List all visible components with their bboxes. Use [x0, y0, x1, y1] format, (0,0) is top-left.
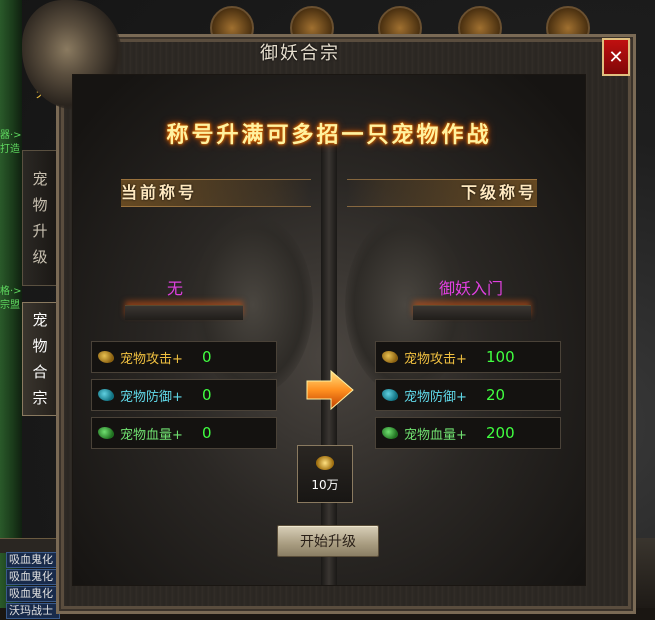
hp-icon [98, 427, 114, 439]
left-tag: 器·> [0, 130, 22, 141]
tab-char: 宗 [32, 389, 48, 407]
buff-item: 吸血鬼化 [6, 569, 60, 585]
cost-slot[interactable]: 10万 [297, 445, 353, 503]
close-icon: ✕ [608, 46, 624, 68]
next-title-header-label: 下级称号 [460, 183, 537, 202]
stat-value: 0 [202, 386, 212, 404]
tab-char: 宠 [32, 311, 48, 329]
hp-icon [382, 427, 398, 439]
door-seam [321, 145, 337, 585]
stat-row-hp: 宠物血量+ 0 [91, 417, 277, 449]
stat-row-attack: 宠物攻击+ 0 [91, 341, 277, 373]
stat-row-attack: 宠物攻击+ 100 [375, 341, 561, 373]
current-title-name: 无 [166, 279, 183, 298]
tab-char: 升 [32, 222, 48, 240]
stat-label: 宠物防御+ [404, 389, 467, 405]
stat-row-hp: 宠物血量+ 200 [375, 417, 561, 449]
gold-coin-icon [316, 456, 334, 470]
stat-value: 20 [486, 386, 506, 404]
tab-pet-upgrade[interactable]: 宠 物 升 级 [22, 150, 57, 286]
buff-item: 吸血鬼化 [6, 586, 60, 602]
stat-value: 200 [486, 424, 515, 442]
start-upgrade-button[interactable]: 开始升级 [277, 525, 379, 557]
tab-char: 级 [32, 248, 48, 266]
bottom-left-strip [0, 538, 56, 553]
left-tag: 宗盟 [0, 300, 20, 311]
stat-value: 100 [486, 348, 515, 366]
tab-char: 合 [32, 363, 48, 381]
current-stats: 宠物攻击+ 0 宠物防御+ 0 宠物血量+ 0 [91, 341, 277, 455]
tab-char: 物 [32, 337, 48, 355]
dialog-title: 御妖合宗 [260, 43, 340, 64]
current-title-header-label: 当前称号 [121, 183, 198, 202]
next-title-header: 下级称号 [347, 179, 537, 207]
current-altar [125, 305, 243, 320]
current-title-header: 当前称号 [121, 179, 311, 207]
attack-icon [98, 351, 114, 363]
tab-pet-merge[interactable]: 宠 物 合 宗 [22, 302, 57, 416]
defense-icon [98, 389, 114, 401]
stat-label: 宠物血量+ [404, 427, 467, 443]
next-stats: 宠物攻击+ 100 宠物防御+ 20 宠物血量+ 200 [375, 341, 561, 455]
dialog-content: 称号升满可多招一只宠物作战 当前称号 下级称号 无 御妖入门 宠物攻击+ 0 宠… [72, 74, 586, 586]
attack-icon [382, 351, 398, 363]
stat-label: 宠物攻击+ [120, 351, 183, 367]
next-altar [413, 305, 531, 320]
bottom-buff-list: 吸血鬼化 吸血鬼化 吸血鬼化 沃玛战士 [6, 552, 60, 620]
left-tag: 打造 [0, 144, 20, 155]
buff-item: 沃玛战士 [6, 603, 60, 619]
tab-char: 宠 [32, 170, 48, 188]
stat-value: 0 [202, 348, 212, 366]
cost-amount: 10万 [311, 478, 339, 492]
defense-icon [382, 389, 398, 401]
close-button[interactable]: ✕ [602, 38, 630, 76]
stat-value: 0 [202, 424, 212, 442]
stat-row-defense: 宠物防御+ 0 [91, 379, 277, 411]
arrow-right-icon [306, 369, 354, 411]
stat-label: 宠物血量+ [120, 427, 183, 443]
next-title-name: 御妖入门 [438, 279, 503, 298]
stat-label: 宠物攻击+ [404, 351, 467, 367]
left-tag: 格·> [0, 286, 22, 297]
buff-item: 吸血鬼化 [6, 552, 60, 568]
tab-char: 物 [32, 196, 48, 214]
stat-label: 宠物防御+ [120, 389, 183, 405]
stat-row-defense: 宠物防御+ 20 [375, 379, 561, 411]
headline: 称号升满可多招一只宠物作战 [166, 122, 492, 148]
